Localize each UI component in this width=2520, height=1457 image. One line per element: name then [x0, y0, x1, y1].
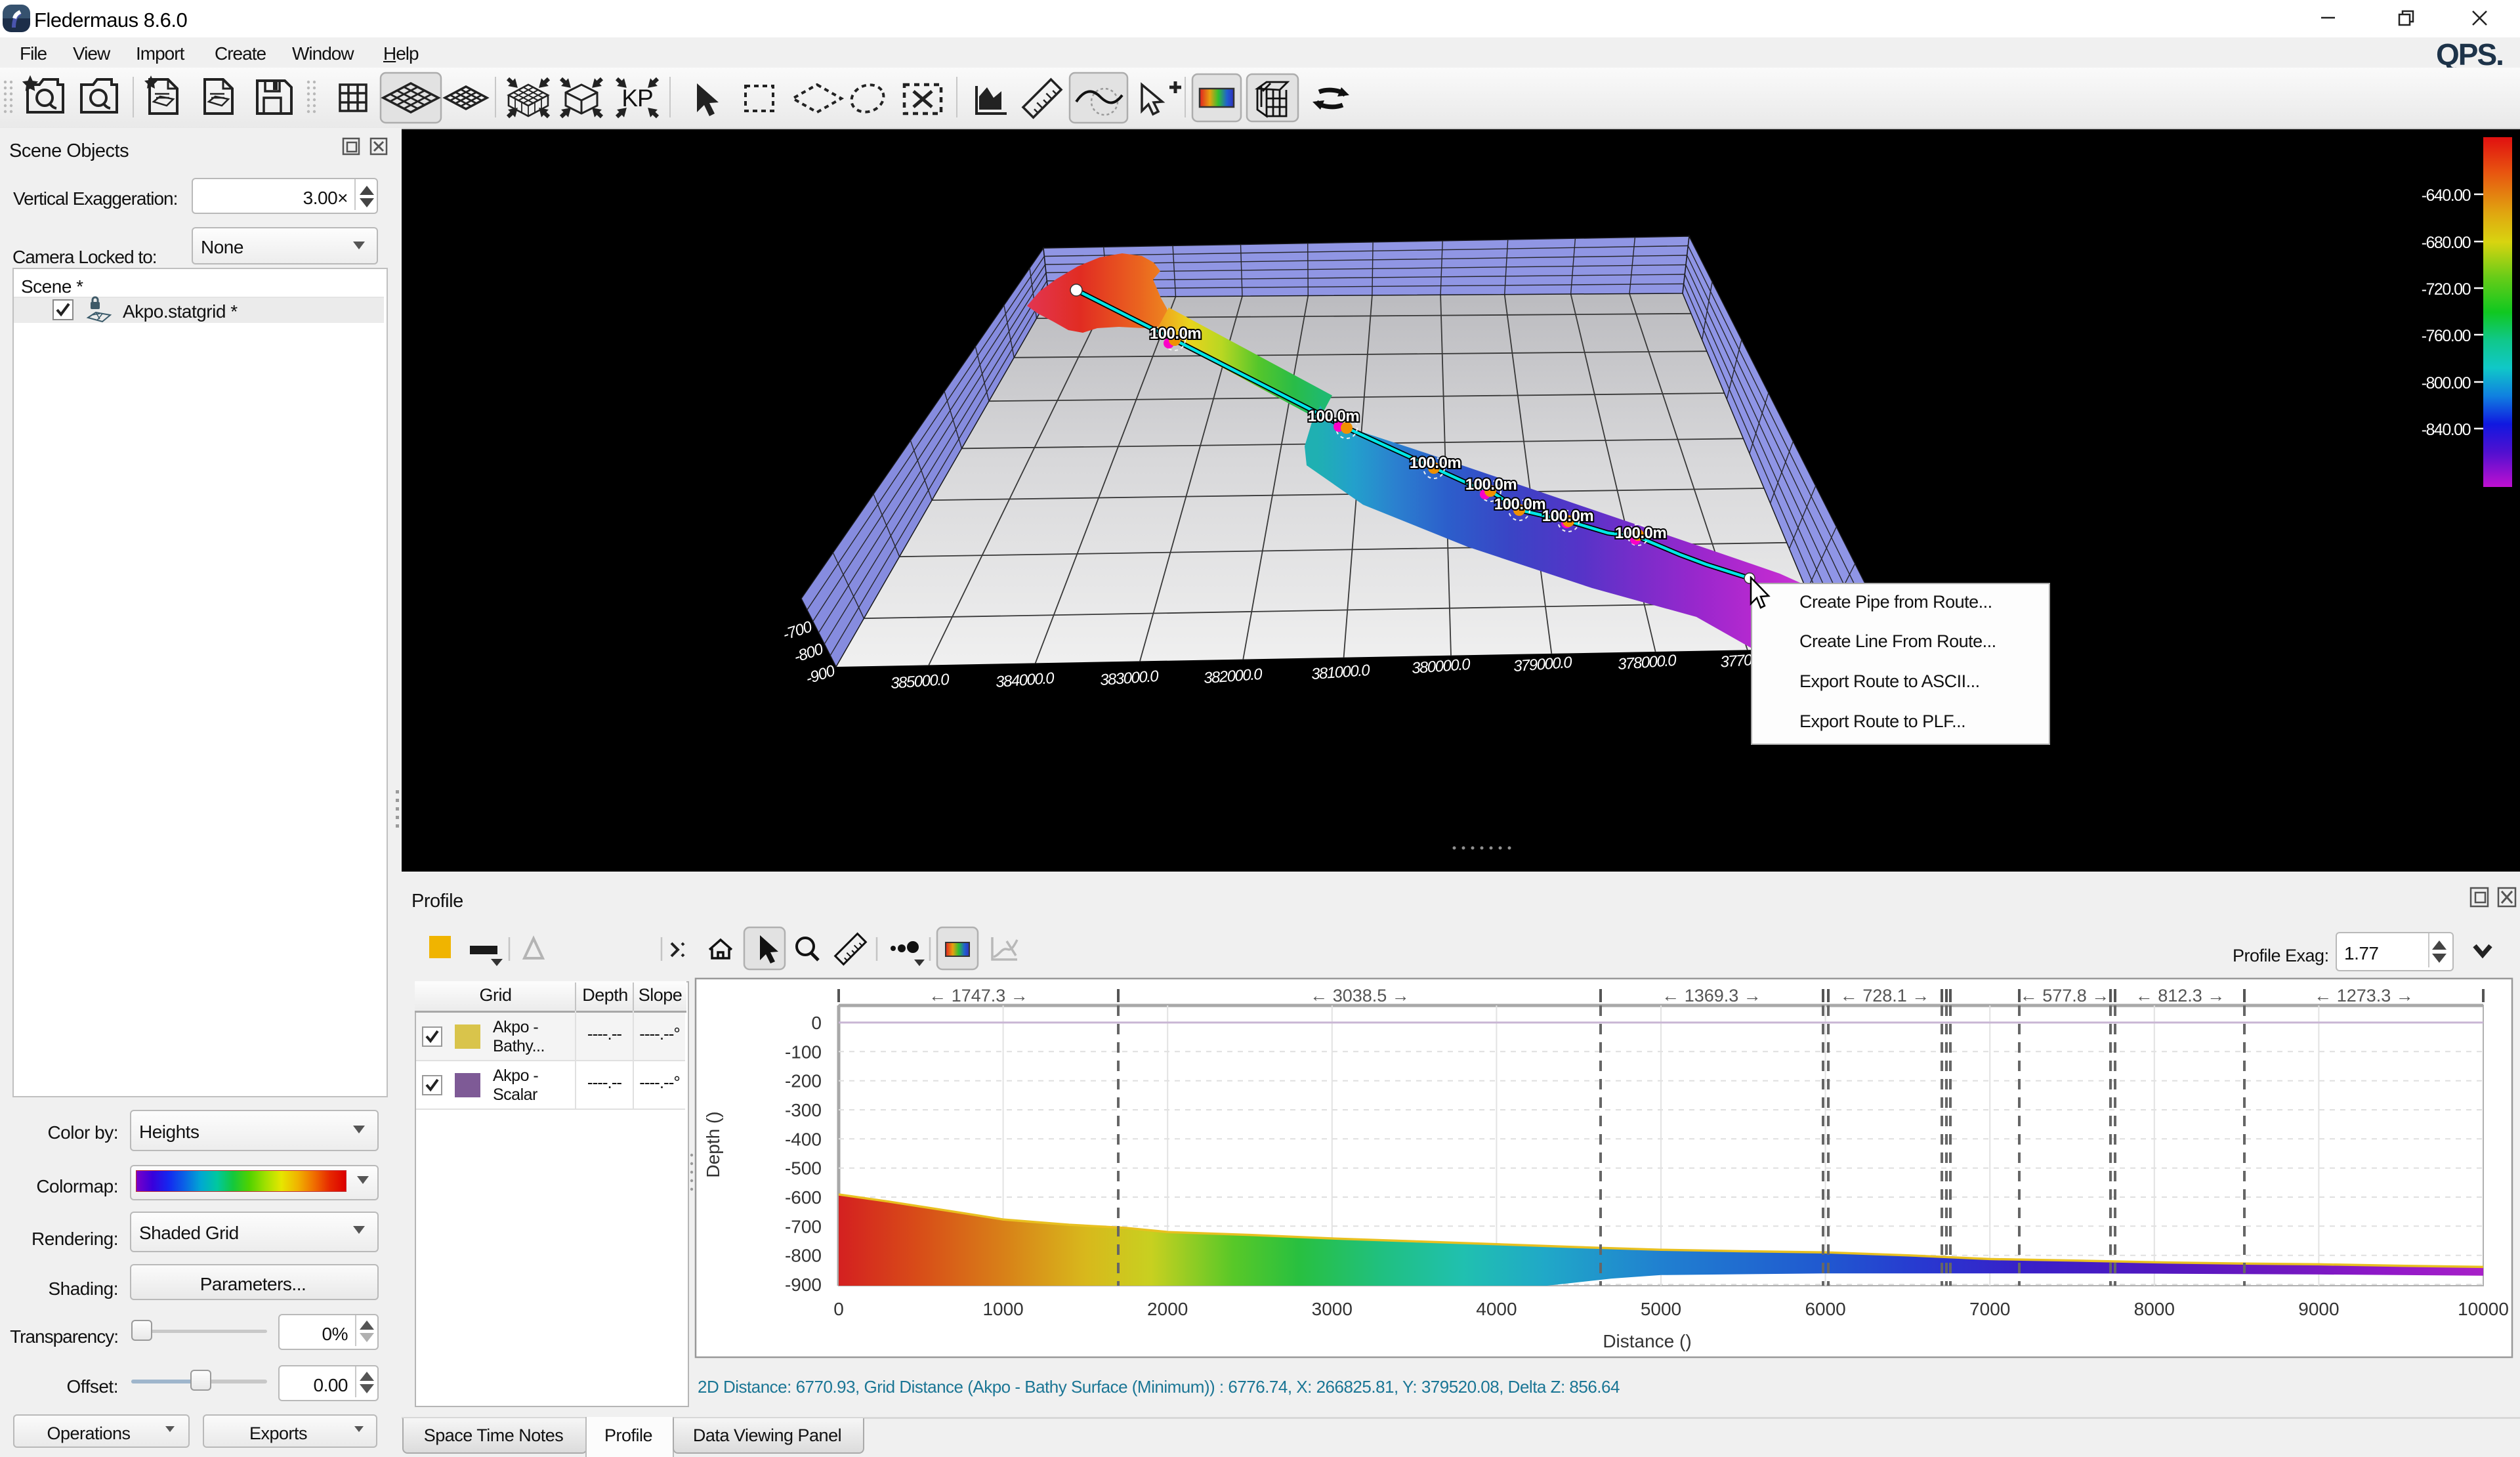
- svg-text:Depth (): Depth (): [703, 1111, 723, 1177]
- svg-text:← 1273.3 →: ← 1273.3 →: [2314, 986, 2414, 1005]
- svg-text:5000: 5000: [1641, 1299, 1681, 1319]
- svg-text:-100: -100: [785, 1042, 822, 1062]
- svg-text:2000: 2000: [1147, 1299, 1188, 1319]
- svg-text:← 812.3 →: ← 812.3 →: [2135, 986, 2225, 1005]
- svg-text:1000: 1000: [982, 1299, 1023, 1319]
- svg-text:-700: -700: [785, 1216, 822, 1236]
- svg-text:0: 0: [811, 1013, 822, 1033]
- svg-text:KP: KP: [621, 85, 652, 112]
- svg-text:4000: 4000: [1476, 1299, 1517, 1319]
- svg-text:-800.00: -800.00: [2422, 374, 2471, 392]
- svg-text:9000: 9000: [2298, 1299, 2339, 1319]
- svg-text:3770: 3770: [1720, 651, 1754, 671]
- svg-text:-600: -600: [785, 1187, 822, 1208]
- svg-text:-900: -900: [785, 1275, 822, 1295]
- svg-text:100.0m: 100.0m: [1308, 408, 1359, 425]
- svg-text:7000: 7000: [1969, 1299, 2010, 1319]
- svg-text:← 577.8 →: ← 577.8 →: [2020, 986, 2110, 1005]
- svg-text:8000: 8000: [2134, 1299, 2175, 1319]
- svg-text:100.0m: 100.0m: [1542, 507, 1593, 525]
- svg-text:3000: 3000: [1312, 1299, 1353, 1319]
- svg-text:-760.00: -760.00: [2422, 327, 2471, 345]
- svg-text:100.0m: 100.0m: [1615, 524, 1666, 542]
- svg-text:-840.00: -840.00: [2422, 421, 2471, 439]
- svg-text:-800: -800: [785, 1246, 822, 1266]
- svg-text:← 1747.3 →: ← 1747.3 →: [929, 986, 1028, 1005]
- svg-text:-640.00: -640.00: [2422, 186, 2471, 205]
- svg-text:0: 0: [833, 1299, 844, 1319]
- svg-text:100.0m: 100.0m: [1465, 476, 1517, 494]
- svg-text:-500: -500: [785, 1158, 822, 1179]
- svg-text:-720.00: -720.00: [2422, 280, 2471, 299]
- svg-text:-300: -300: [785, 1100, 822, 1120]
- svg-text:← 3038.5 →: ← 3038.5 →: [1310, 986, 1410, 1005]
- svg-text:10000: 10000: [2458, 1299, 2509, 1319]
- svg-text:100.0m: 100.0m: [1494, 496, 1545, 513]
- svg-text:← 1369.3 →: ← 1369.3 →: [1662, 986, 1761, 1005]
- svg-text:Distance (): Distance (): [1603, 1331, 1691, 1351]
- svg-text:-400: -400: [785, 1129, 822, 1149]
- svg-text:100.0m: 100.0m: [1410, 454, 1461, 472]
- svg-text:-200: -200: [785, 1071, 822, 1091]
- svg-text:100.0m: 100.0m: [1150, 325, 1201, 343]
- svg-text:6000: 6000: [1805, 1299, 1845, 1319]
- svg-text:-680.00: -680.00: [2422, 234, 2471, 252]
- svg-text:← 728.1 →: ← 728.1 →: [1840, 986, 1930, 1005]
